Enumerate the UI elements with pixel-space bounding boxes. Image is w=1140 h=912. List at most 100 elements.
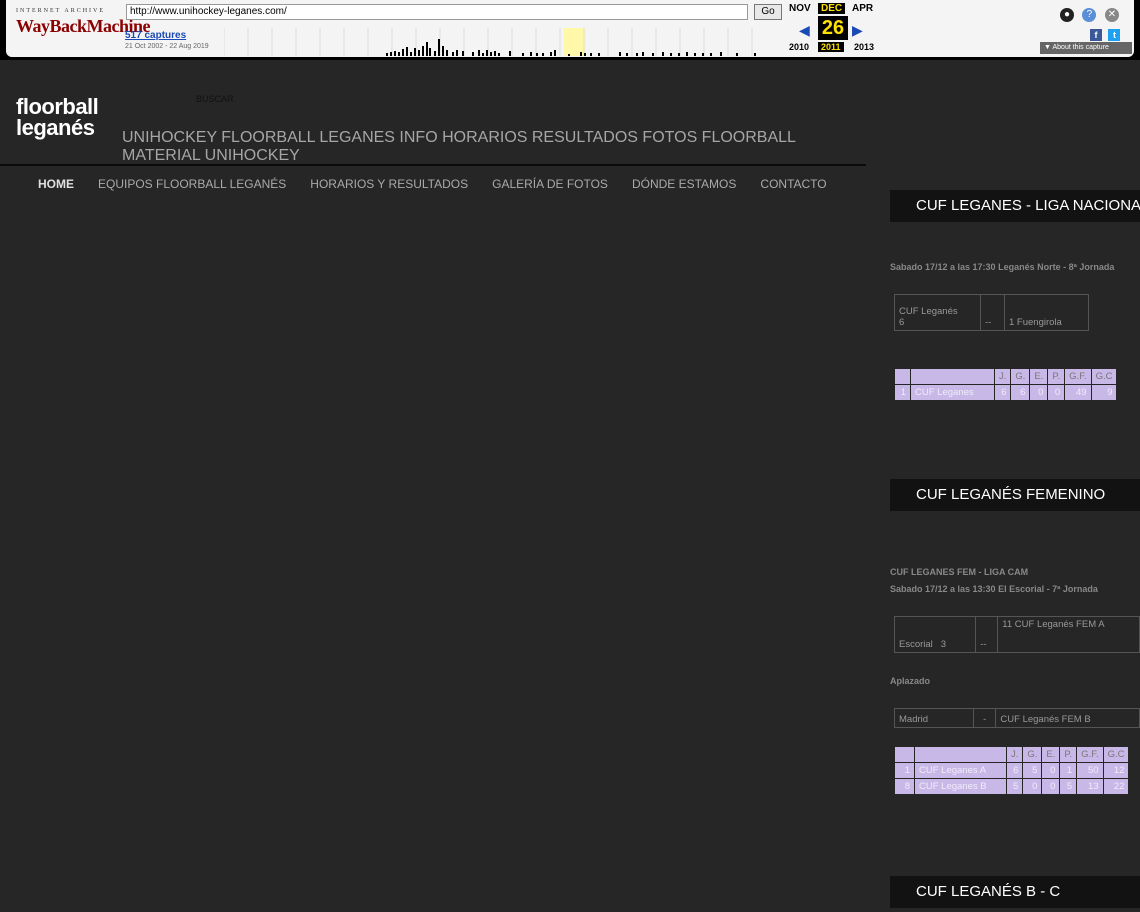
table-cell: 0 [1047,384,1066,401]
table-header-cell: G.F. [1076,746,1104,763]
wayback-logo[interactable]: INTERNET ARCHIVE WayBackMachine [16,8,151,48]
wayback-logo-top: INTERNET ARCHIVE [16,8,106,14]
about-capture-label: About this capture [1052,44,1109,51]
wayback-toolbar-panel: INTERNET ARCHIVE WayBackMachine http://w… [6,0,1134,57]
wayback-next-arrow-icon[interactable]: ▶ [852,22,863,39]
score-separator: - [973,708,997,728]
table-cell: CUF Leganes [910,384,995,401]
score-away-team: 11 CUF Leganés FEM A [997,616,1140,653]
table-cell: 1 [1059,762,1078,779]
score-away-team: CUF Leganés FEM B [995,708,1140,728]
table-header-cell: E. [1029,368,1049,385]
search-button[interactable]: BUSCAR [196,94,234,104]
table-cell: 0 [1041,778,1061,795]
wayback-go-button[interactable]: Go [754,4,782,20]
about-capture-button[interactable]: ▼ About this capture [1040,42,1132,54]
table-cell: 1 [894,384,911,401]
table-cell: 5 [1005,778,1024,795]
score-table-femenino-b: Madrid - CUF Leganés FEM B [893,708,1140,728]
wayback-prev-arrow-icon[interactable]: ◀ [799,22,810,39]
table-cell: CUF Leganes B [914,778,1007,795]
user-icon[interactable]: ● [1060,8,1074,22]
table-cell: 49 [1064,384,1092,401]
table-cell: 6 [1010,384,1031,401]
wayback-prev-year[interactable]: 2010 [789,42,809,52]
table-row: 1 CUF Leganes 6 6 0 0 49 9 [894,384,1118,401]
score-table-femenino-a: Escorial 3 -- 11 CUF Leganés FEM A [893,616,1140,653]
wayback-current-day: 26 [818,16,848,40]
wayback-next-month[interactable]: APR [852,3,873,14]
table-cell: 22 [1102,778,1130,795]
wayback-capture-histogram[interactable] [224,28,764,56]
standings-table-liga-nacional: J. G. E. P. G.F. G.C 1 CUF Leganes 6 6 0… [894,368,1118,401]
score-home-goals: 6 [899,317,905,328]
facebook-icon[interactable]: f [1090,29,1102,41]
nav-item-location[interactable]: DÓNDE ESTAMOS [632,177,736,191]
wayback-toolbar: INTERNET ARCHIVE WayBackMachine http://w… [0,0,1140,60]
table-header-cell: J. [993,368,1012,385]
nav-item-gallery[interactable]: GALERÍA DE FOTOS [492,177,608,191]
wayback-captures-link[interactable]: 517 captures [125,30,186,41]
table-header-cell: G.F. [1064,368,1092,385]
table-header-cell [894,746,915,763]
twitter-icon[interactable]: t [1108,29,1121,41]
wayback-current-month: DEC [818,3,846,14]
score-home-cell: CUF Leganés 6 [894,294,981,331]
table-header-cell: G.C [1090,368,1118,385]
site-logo-line2: leganés [16,115,95,140]
table-header-cell: P. [1047,368,1066,385]
table-cell: 8 [894,778,915,795]
standings-table-femenino: J. G. E. P. G.F. G.C 1 CUF Leganes A 6 5… [894,746,1130,795]
table-header-cell: P. [1059,746,1078,763]
table-cell: 6 [993,384,1012,401]
score-away-team: 1 Fuengirola [1004,294,1089,331]
wayback-next-year[interactable]: 2013 [854,42,874,52]
header-divider [0,164,866,166]
site-logo[interactable]: floorball leganés [16,94,99,140]
table-header-cell: J. [1005,746,1024,763]
table-header-cell [894,368,911,385]
match-info-femenino: Sabado 17/12 a las 13:30 El Escorial - 7… [890,584,1098,594]
score-home-goals: 3 [940,639,947,650]
table-cell: CUF Leganes A [914,762,1007,779]
table-cell: 1 [894,762,915,779]
league-label-femenino: CUF LEGANES FEM - LIGA CAM [890,567,1029,577]
wayback-url-input[interactable]: http://www.unihockey-leganes.com/ [126,4,748,20]
score-table-liga-nacional: CUF Leganés 6 -- 1 Fuengirola [894,294,1089,331]
table-header-cell: G. [1022,746,1043,763]
wayback-date-range: 21 Oct 2002 - 22 Aug 2019 [125,43,209,50]
table-row: 1 CUF Leganes A 6 5 0 1 50 12 [894,762,1130,779]
wayback-logo-bottom: WayBackMachine [16,16,151,36]
score-home-team: Madrid [893,708,975,728]
table-cell: 13 [1076,778,1104,795]
help-icon[interactable]: ? [1082,8,1097,22]
close-icon[interactable]: ✕ [1104,8,1119,22]
table-cell: 12 [1102,762,1130,779]
table-cell: 9 [1090,384,1118,401]
wayback-prev-month[interactable]: NOV [789,3,811,14]
table-cell: 0 [1029,384,1049,401]
score-home-team: CUF Leganés [899,306,958,317]
table-cell: 0 [1041,762,1061,779]
table-row: J. G. E. P. G.F. G.C [894,746,1130,763]
table-header-cell: G. [1010,368,1031,385]
score-home-cell: Escorial 3 [893,616,977,653]
site-logo-line1: floorball [16,94,99,119]
table-header-cell [914,746,1007,763]
nav-item-home[interactable]: HOME [38,177,74,191]
nav-item-schedules[interactable]: HORARIOS Y RESULTADOS [310,177,468,191]
site-tagline: UNIHOCKEY FLOORBALL LEGANES INFO HORARIO… [122,129,796,164]
wayback-social: f t [1088,25,1121,43]
nav-item-teams[interactable]: EQUIPOS FLOORBALL LEGANÉS [98,177,286,191]
match-info-liga-nacional: Sabado 17/12 a las 17:30 Leganés Norte -… [890,262,1115,272]
score-separator: -- [975,616,999,653]
postponed-label: Aplazado [890,676,931,686]
table-row: J. G. E. P. G.F. G.C [894,368,1118,385]
table-header-cell [910,368,995,385]
table-cell: 50 [1076,762,1104,779]
nav-item-contact[interactable]: CONTACTO [760,177,826,191]
table-header-cell: G.C [1102,746,1130,763]
section-title-b-c: CUF LEGANÉS B - C [890,876,1140,908]
section-title-femenino: CUF LEGANÉS FEMENINO [890,479,1140,511]
table-cell: 5 [1022,762,1043,779]
